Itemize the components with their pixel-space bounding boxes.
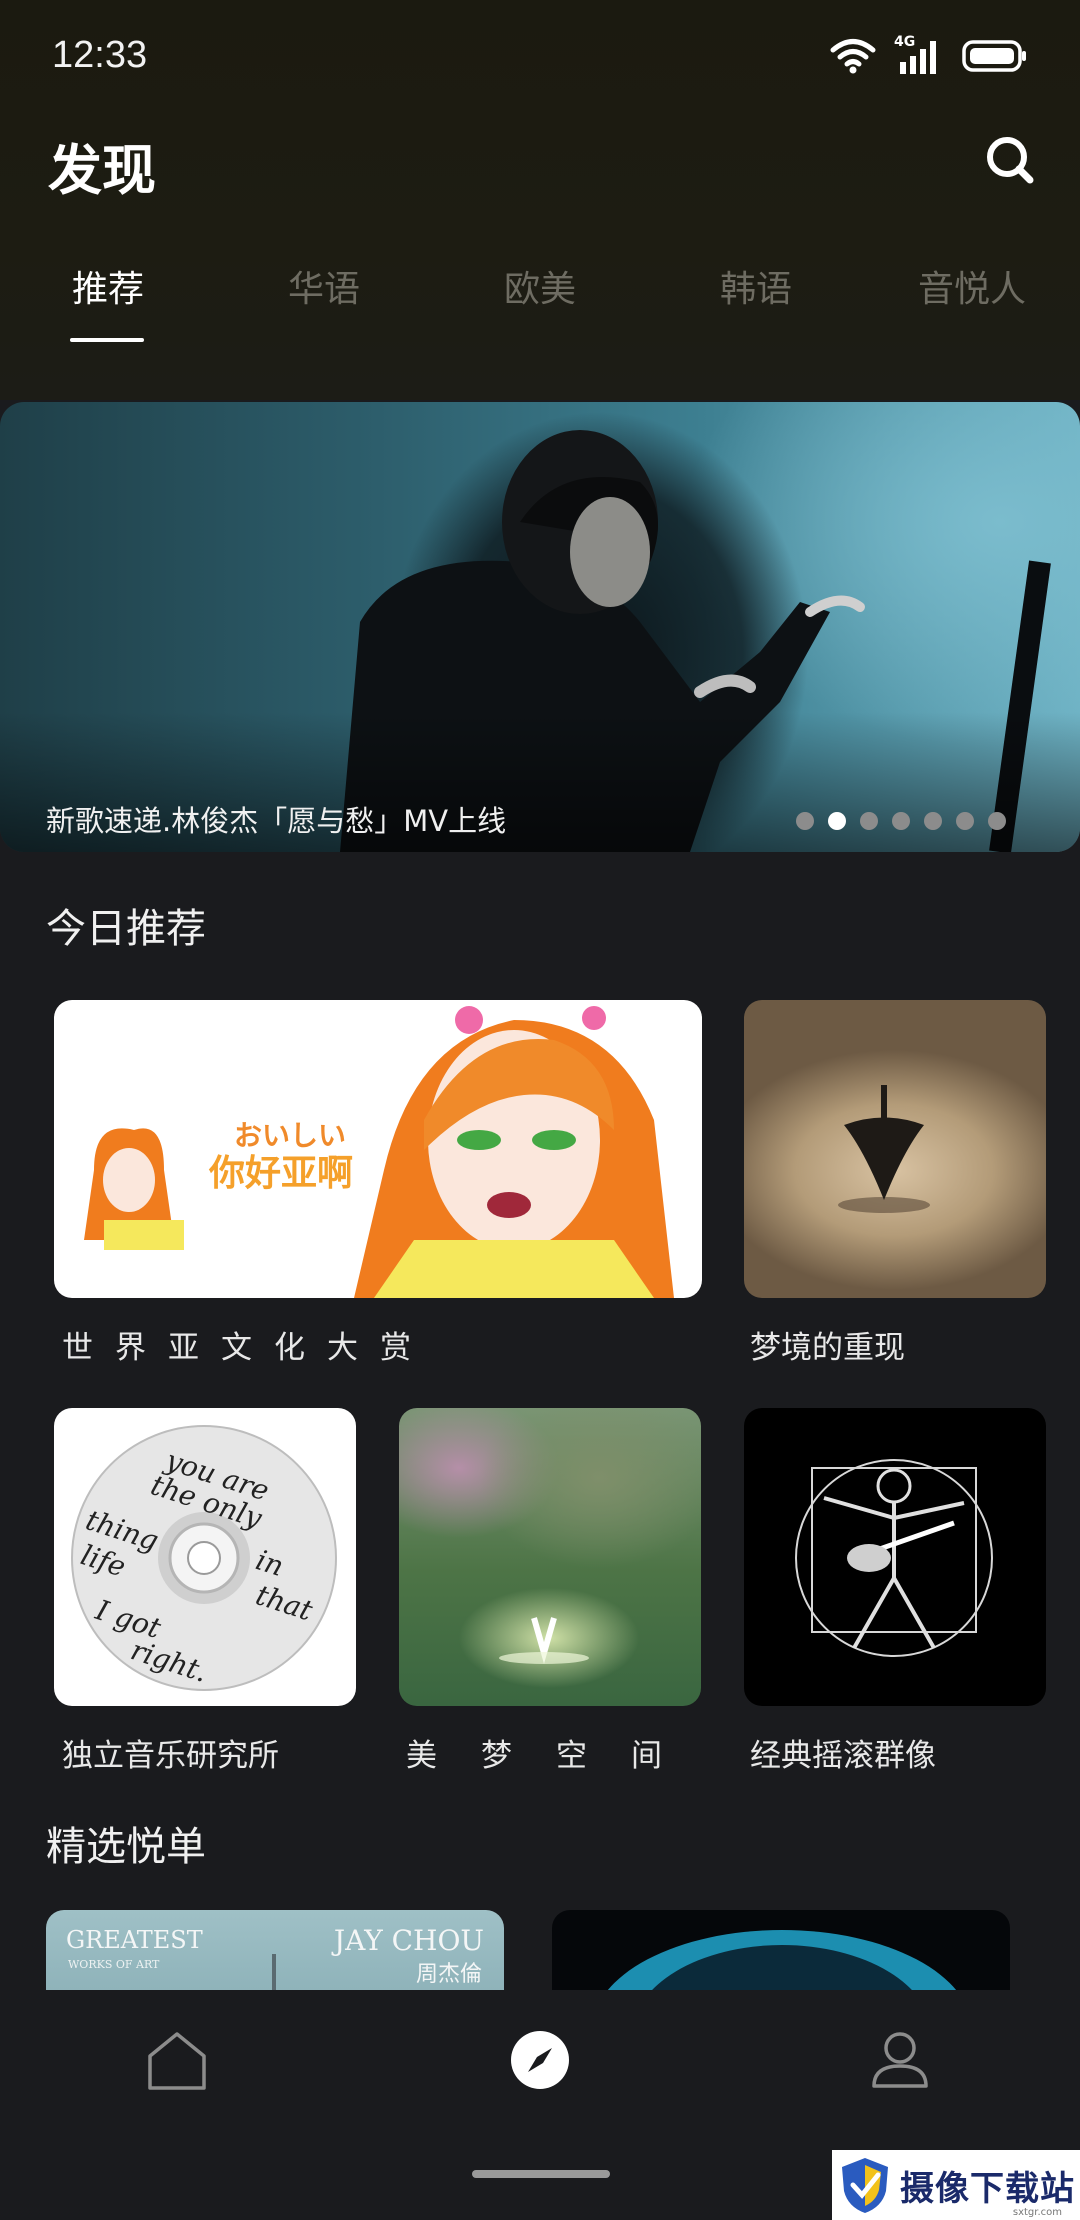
tab-chinese[interactable]: 华语 [288,260,360,312]
art-text-zhou: 周杰倫 [415,1962,482,1987]
card-label-subculture: 世界亚文化大赏 [62,1330,433,1366]
tab-korean[interactable]: 韩语 [720,260,792,312]
tower-shape [272,1954,276,1990]
art-text-greatest: GREATEST [66,1926,203,1954]
section-title-featured: 精选悦单 [46,1824,206,1870]
featured-card-jay-chou[interactable]: GREATEST WORKS OF ART JAY CHOU 周杰倫 [46,1910,504,1990]
art-text-jay-chou: JAY CHOU [333,1924,484,1957]
battery-icon [962,40,1026,72]
banner-dot[interactable] [988,812,1006,830]
compass-icon [511,2031,569,2089]
watermark-text: 摄像下载站 [900,2168,1075,2209]
tab-artists[interactable]: 音悦人 [918,260,1026,312]
cd-cover-art: you are the only thing in life that I go… [71,1425,337,1691]
banner-carousel[interactable]: 新歌速递.林俊杰「愿与愁」MV上线 [0,402,1080,852]
playlist-card-rock[interactable] [744,1408,1046,1706]
glow-figure-image [499,1617,589,1664]
nav-home[interactable] [146,2030,208,2092]
banner-dot[interactable] [796,812,814,830]
search-icon [987,137,1034,184]
wifi-icon [830,39,876,74]
home-icon [148,2032,206,2090]
playlist-card-sweet-dream[interactable] [399,1408,701,1706]
nav-discover[interactable] [510,2030,570,2090]
home-indicator[interactable] [472,2170,610,2178]
spinning-top-image [838,1085,930,1213]
watermark: 摄像下载站 sxtgr.com [832,2150,1080,2220]
search-button[interactable] [984,134,1036,186]
banner-dot[interactable] [892,812,910,830]
art-text-oishii: おいしい [234,1119,346,1152]
card-label-sweet-dream: 美梦空间 [406,1738,706,1774]
status-icons: 4G [830,34,1028,76]
vitruvian-guitarist-image [795,1459,993,1657]
banner-dot[interactable] [860,812,878,830]
banner-dot[interactable] [956,812,974,830]
card-label-indie: 独立音乐研究所 [62,1738,279,1774]
tab-recommend[interactable]: 推荐 [72,260,144,312]
card-label-dream: 梦境的重现 [750,1330,905,1366]
nav-profile[interactable] [870,2030,930,2090]
banner-dot[interactable] [924,812,942,830]
shield-logo-icon [842,2158,888,2213]
profile-icon [872,2032,928,2088]
section-title-today: 今日推荐 [46,906,206,952]
category-tabs: 推荐 华语 欧美 韩语 音悦人 [0,260,1080,340]
banner-dot-active[interactable] [828,812,846,830]
watermark-url: sxtgr.com [1012,2207,1062,2218]
blue-planet-image [607,1930,957,1990]
banner-caption: 新歌速递.林俊杰「愿与愁」MV上线 [46,804,507,838]
banner-page-indicator [796,812,1006,830]
subculture-cover-art: おいしい 你好亚啊 [84,1006,674,1298]
tab-western[interactable]: 欧美 [504,260,576,312]
art-text-hello: 你好亚啊 [208,1153,353,1194]
featured-card-blue-planet[interactable] [552,1910,1010,1990]
playlist-card-subculture[interactable]: おいしい 你好亚啊 [54,1000,702,1298]
cell-signal-icon: 4G [894,34,944,76]
tab-active-indicator [70,338,144,342]
page-title: 发现 [48,139,156,202]
art-text-works: WORKS OF ART [68,1958,160,1971]
playlist-card-indie[interactable]: you are the only thing in life that I go… [54,1408,356,1706]
card-label-rock: 经典摇滚群像 [750,1738,936,1774]
status-time: 12:33 [52,34,148,76]
playlist-card-dream[interactable] [744,1000,1046,1298]
